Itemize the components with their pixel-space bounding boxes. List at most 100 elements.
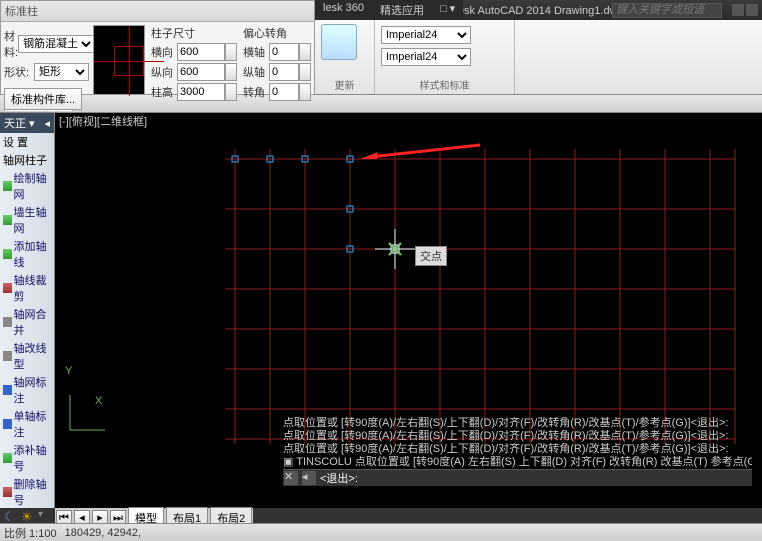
width-label: 横向	[151, 44, 177, 60]
scale-label[interactable]: 比例 1:100	[4, 525, 57, 541]
depth-label: 纵向	[151, 64, 177, 80]
command-item[interactable]: 轴网合并	[0, 305, 54, 339]
height-label: 柱高	[151, 84, 177, 100]
command-label: 绘制轴网	[14, 170, 51, 202]
minimize-button[interactable]	[732, 4, 744, 16]
rx-spin[interactable]	[299, 43, 311, 61]
annotation-arrow-icon	[360, 139, 480, 159]
viewport-label[interactable]: [-][俯视][二维线框]	[55, 113, 151, 129]
column-properties-panel: 标准柱 材料: 钢筋混凝土 形状: 矩形 标准构件库... 柱子尺寸 横向 纵向…	[0, 0, 315, 95]
ribbon-tab-more[interactable]: □ ▾	[432, 0, 463, 20]
command-item[interactable]: 绘制轴网	[0, 169, 54, 203]
shape-select[interactable]: 矩形	[34, 63, 89, 81]
command-label: 删除轴号	[14, 476, 51, 508]
command-item[interactable]: 单轴标注	[0, 407, 54, 441]
command-item[interactable]: 轴改线型	[0, 339, 54, 373]
collapse-icon[interactable]: ◂	[44, 117, 50, 130]
coordinates: 180429, 42942,	[65, 527, 141, 539]
command-label: 单轴标注	[14, 408, 51, 440]
command-icon[interactable]: ✕	[284, 471, 298, 485]
command-label: 轴网合并	[14, 306, 51, 338]
command-line: ▣ TINSCOLU 点取位置或 [转90度(A) 左右翻(S) 上下翻(D) …	[283, 456, 752, 469]
ribbon: 更新 Imperial24 Imperial24 样式和标准	[315, 20, 762, 95]
plus-icon	[3, 249, 12, 259]
depth-input[interactable]	[177, 63, 225, 81]
command-item[interactable]: 轴网标注	[0, 373, 54, 407]
plus-icon	[3, 181, 12, 191]
command-label: 添加轴线	[14, 238, 51, 270]
axis-grid	[55, 129, 762, 444]
text-style-select[interactable]: Imperial24	[381, 48, 471, 66]
minus-icon	[3, 487, 12, 497]
drawing-canvas[interactable]: [-][俯视][二维线框] 交点	[55, 113, 762, 508]
window-controls	[732, 4, 758, 16]
width-spin[interactable]	[225, 43, 237, 61]
panel-title: 标准柱	[1, 1, 314, 22]
ribbon-panel-label: 样式和标准	[375, 77, 514, 92]
minus-icon	[3, 283, 12, 293]
command-item[interactable]: 轴线裁剪	[0, 271, 54, 305]
command-label: 轴线裁剪	[14, 272, 51, 304]
command-item[interactable]: 轴网柱子	[0, 151, 54, 169]
status-bar: 比例 1:100 180429, 42942,	[0, 523, 762, 541]
command-item[interactable]: 墙生轴网	[0, 203, 54, 237]
command-item[interactable]: 添加轴线	[0, 237, 54, 271]
ribbon-panel-update: 更新	[315, 20, 375, 94]
ribbon-panel-styles: Imperial24 Imperial24 样式和标准	[375, 20, 515, 94]
command-input-row: ✕ ◂	[283, 469, 752, 486]
ry-input[interactable]	[269, 63, 299, 81]
command-line: 点取位置或 [转90度(A)/左右翻(S)/上下翻(D)/对齐(F)/改转角(R…	[283, 417, 752, 430]
help-search-input[interactable]	[612, 3, 722, 18]
height-spin[interactable]	[225, 83, 237, 101]
update-button[interactable]	[321, 24, 357, 60]
command-item[interactable]: 添补轴号	[0, 441, 54, 475]
command-label: 墙生轴网	[14, 204, 51, 236]
ry-label: 纵轴	[243, 64, 269, 80]
command-item[interactable]: 删除轴号	[0, 475, 54, 508]
command-icon[interactable]: ◂	[302, 471, 316, 485]
standard-library-button[interactable]: 标准构件库...	[4, 88, 82, 110]
rz-spin[interactable]	[299, 83, 311, 101]
command-label: 添补轴号	[14, 442, 51, 474]
gray-icon	[3, 351, 12, 361]
command-item[interactable]: 设 置	[0, 133, 54, 151]
view-mode-icons: ☾ ☀ ▾	[0, 508, 56, 523]
gray-icon	[3, 317, 12, 327]
snap-tooltip: 交点	[415, 246, 447, 266]
close-button[interactable]	[746, 4, 758, 16]
plus-icon	[3, 453, 12, 463]
material-label: 材料:	[4, 28, 18, 60]
ribbon-tabs: lesk 360 精选应用 □ ▾	[315, 0, 463, 20]
ribbon-panel-label: 更新	[315, 77, 374, 92]
blue-icon	[3, 385, 12, 395]
column-preview	[93, 25, 145, 95]
height-input[interactable]	[177, 83, 225, 101]
ribbon-tab-featured[interactable]: 精选应用	[372, 0, 432, 20]
ucs-icon: Y X	[65, 395, 105, 438]
sun-icon[interactable]: ☀	[21, 509, 35, 523]
dim-style-select[interactable]: Imperial24	[381, 26, 471, 44]
command-label: 轴网标注	[14, 374, 51, 406]
command-label: 设 置	[3, 134, 28, 150]
rz-label: 转角	[243, 84, 269, 100]
shape-label: 形状:	[4, 64, 34, 80]
rotation-header: 偏心转角	[243, 25, 311, 41]
command-input[interactable]	[320, 472, 751, 484]
tangent-command-panel: 天正 ▾◂ 设 置轴网柱子绘制轴网墙生轴网添加轴线轴线裁剪轴网合并轴改线型轴网标…	[0, 113, 55, 508]
ribbon-tab-360[interactable]: lesk 360	[315, 0, 372, 20]
ry-spin[interactable]	[299, 63, 311, 81]
dropdown-icon[interactable]: ▾	[38, 509, 52, 523]
rx-input[interactable]	[269, 43, 299, 61]
rx-label: 横轴	[243, 44, 269, 60]
plus-icon	[3, 215, 12, 225]
moon-icon[interactable]: ☾	[4, 509, 18, 523]
panel-header[interactable]: 天正 ▾◂	[0, 113, 54, 133]
dim-header: 柱子尺寸	[151, 25, 237, 41]
command-line: 点取位置或 [转90度(A)/左右翻(S)/上下翻(D)/对齐(F)/改转角(R…	[283, 443, 752, 456]
width-input[interactable]	[177, 43, 225, 61]
command-label: 轴改线型	[14, 340, 51, 372]
material-select[interactable]: 钢筋混凝土	[18, 35, 95, 53]
command-history: 点取位置或 [转90度(A)/左右翻(S)/上下翻(D)/对齐(F)/改转角(R…	[283, 417, 752, 486]
rz-input[interactable]	[269, 83, 299, 101]
depth-spin[interactable]	[225, 63, 237, 81]
